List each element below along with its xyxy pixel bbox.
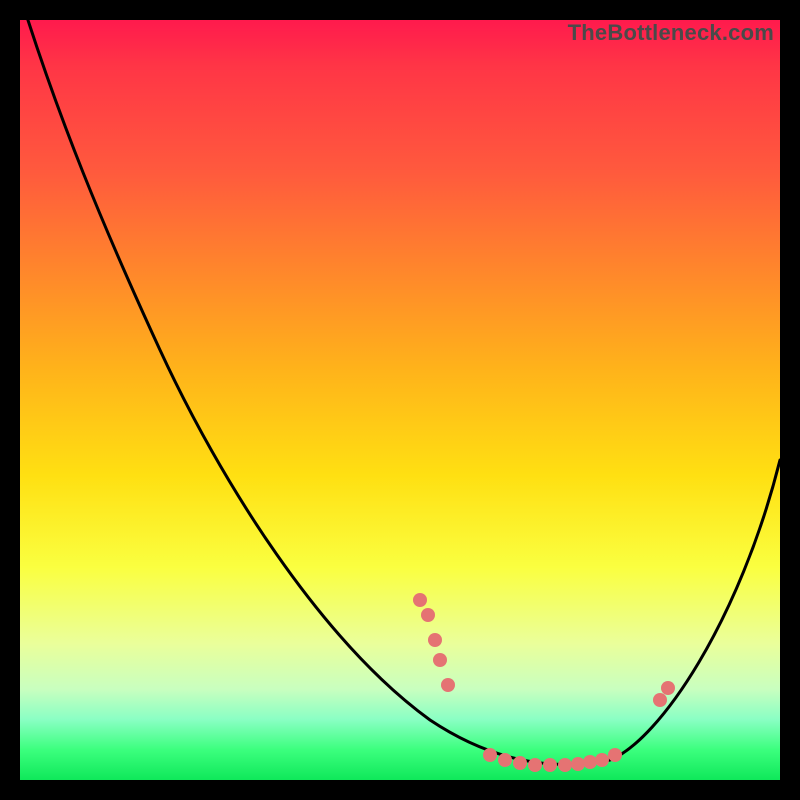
data-point [595,753,609,767]
data-point [583,755,597,769]
data-point [441,678,455,692]
data-point [413,593,427,607]
chart-frame: TheBottleneck.com [20,20,780,780]
bottleneck-curve [26,20,780,764]
data-point [498,753,512,767]
data-point [428,633,442,647]
data-point [483,748,497,762]
data-point [528,758,542,772]
data-point [513,756,527,770]
watermark-text: TheBottleneck.com [568,20,774,46]
data-point [608,748,622,762]
data-point [543,758,557,772]
data-point [421,608,435,622]
data-point [571,757,585,771]
data-point [653,693,667,707]
data-point [433,653,447,667]
data-point [558,758,572,772]
data-point [661,681,675,695]
curve-layer [20,20,780,780]
